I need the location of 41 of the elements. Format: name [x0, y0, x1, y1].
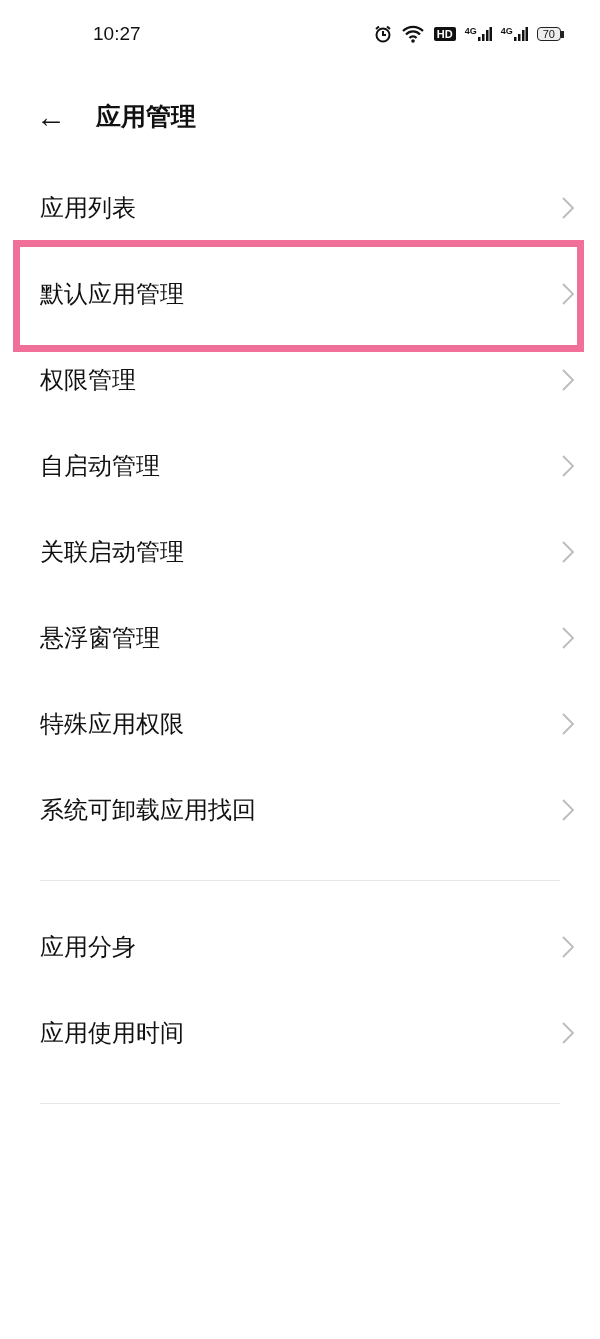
- menu-item[interactable]: 关联启动管理: [0, 509, 600, 595]
- network-type: 4G: [464, 27, 477, 36]
- menu-item-label: 系统可卸载应用找回: [40, 795, 256, 826]
- chevron-right-icon: [562, 1022, 574, 1044]
- menu-item[interactable]: 自启动管理: [0, 423, 600, 509]
- status-time: 10:27: [93, 23, 141, 45]
- signal-icon: [477, 27, 492, 41]
- menu-item-label: 关联启动管理: [40, 537, 184, 568]
- menu-item[interactable]: 应用列表: [0, 165, 600, 251]
- menu-item-label: 应用分身: [40, 932, 136, 963]
- page-title: 应用管理: [96, 101, 196, 133]
- chevron-right-icon: [562, 541, 574, 563]
- battery-level: 70: [536, 27, 561, 41]
- menu-item-label: 应用使用时间: [40, 1018, 184, 1049]
- menu-item-label: 应用列表: [40, 193, 136, 224]
- chevron-right-icon: [562, 369, 574, 391]
- network-type: 4G: [500, 27, 513, 36]
- menu-item-label: 特殊应用权限: [40, 709, 184, 740]
- menu-item-label: 权限管理: [40, 365, 136, 396]
- chevron-right-icon: [562, 197, 574, 219]
- chevron-right-icon: [562, 713, 574, 735]
- battery-tip-icon: [561, 30, 564, 38]
- menu-item[interactable]: 应用分身: [0, 904, 600, 990]
- chevron-right-icon: [562, 455, 574, 477]
- wifi-icon: [400, 25, 425, 43]
- chevron-right-icon: [562, 283, 574, 305]
- menu-item[interactable]: 权限管理: [0, 337, 600, 423]
- hd-badge: HD: [433, 27, 456, 41]
- menu-item[interactable]: 特殊应用权限: [0, 681, 600, 767]
- chevron-right-icon: [562, 799, 574, 821]
- back-button[interactable]: ←: [36, 101, 66, 132]
- menu-item[interactable]: 系统可卸载应用找回: [0, 767, 600, 853]
- chevron-right-icon: [562, 936, 574, 958]
- menu-item[interactable]: 悬浮窗管理: [0, 595, 600, 681]
- menu-item-label: 默认应用管理: [40, 279, 184, 310]
- chevron-right-icon: [562, 627, 574, 649]
- signal-icon: [513, 27, 528, 41]
- menu-item-label: 悬浮窗管理: [40, 623, 160, 654]
- menu-item-label: 自启动管理: [40, 451, 160, 482]
- alarm-clock-icon: [373, 25, 392, 43]
- menu-item[interactable]: 应用使用时间: [0, 990, 600, 1076]
